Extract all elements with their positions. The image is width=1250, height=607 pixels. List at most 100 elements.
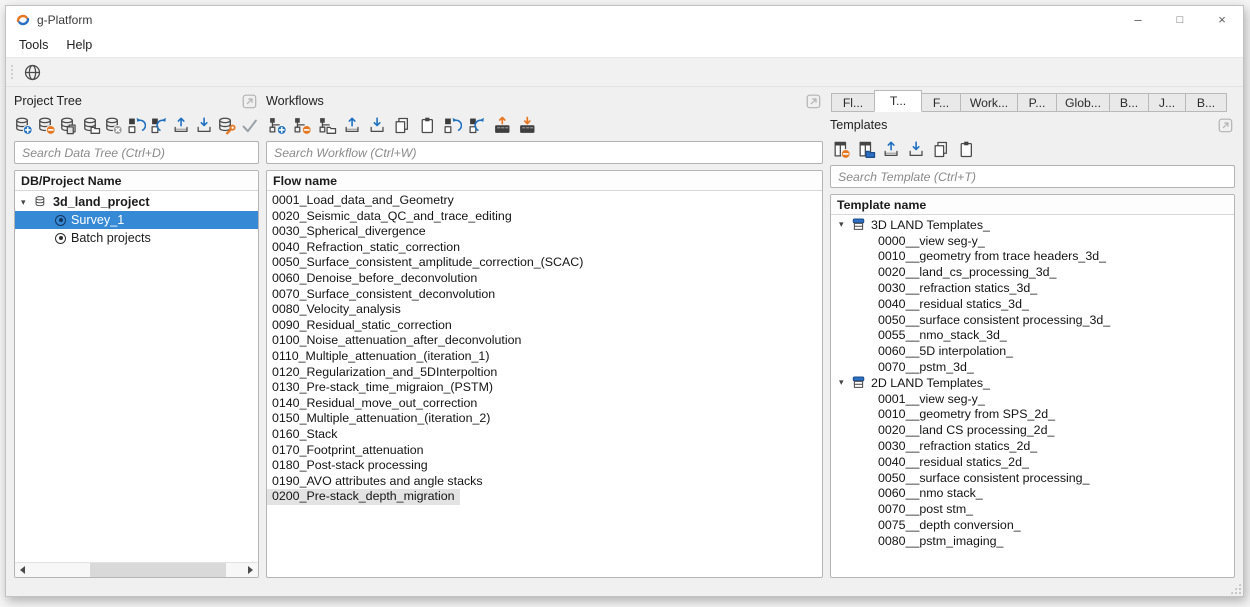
workflow-item[interactable]: 0110_Multiple_attenuation_(iteration_1) [267, 349, 822, 365]
template-group[interactable]: ▾3D LAND Templates_ [831, 217, 1234, 233]
expander-icon[interactable]: ▾ [839, 219, 849, 230]
copy-workflow-icon[interactable] [391, 114, 413, 136]
maximize-button[interactable]: □ [1159, 6, 1201, 33]
add-workflow-icon[interactable] [266, 114, 288, 136]
dock-tab-3[interactable]: Work... [960, 93, 1018, 112]
redo-icon[interactable] [149, 114, 169, 136]
workflow-item[interactable]: 0100_Noise_attenuation_after_deconvoluti… [267, 333, 822, 349]
export-workflow-icon[interactable] [341, 114, 363, 136]
template-item[interactable]: 0070__pstm_3d_ [831, 359, 1234, 375]
workflow-item[interactable]: 0040_Refraction_static_correction [267, 240, 822, 256]
minimize-button[interactable]: – [1117, 6, 1159, 33]
workflow-item[interactable]: 0001_Load_data_and_Geometry [267, 193, 822, 209]
close-button[interactable]: × [1201, 6, 1243, 33]
template-item[interactable]: 0060__nmo stack_ [831, 486, 1234, 502]
template-item[interactable]: 0010__geometry from SPS_2d_ [831, 407, 1234, 423]
template-item[interactable]: 0055__nmo_stack_3d_ [831, 328, 1234, 344]
dock-tab-1[interactable]: T... [874, 90, 922, 112]
template-item[interactable]: 0050__surface consistent processing_ [831, 470, 1234, 486]
template-item[interactable]: 0040__residual statics_3d_ [831, 296, 1234, 312]
workflow-item[interactable]: 0140_Residual_move_out_correction [267, 396, 822, 412]
template-item[interactable]: 0010__geometry from trace headers_3d_ [831, 249, 1234, 265]
project-tree-item[interactable]: Survey_1 [15, 211, 258, 229]
remove-workflow-icon[interactable] [291, 114, 313, 136]
workflow-item[interactable]: 0180_Post-stack processing [267, 458, 822, 474]
template-item[interactable]: 0001__view seg-y_ [831, 391, 1234, 407]
project-tree-item[interactable]: Batch projects [15, 229, 258, 247]
remove-database-icon[interactable] [37, 114, 57, 136]
remove-template-icon[interactable] [830, 138, 852, 160]
template-item[interactable]: 0040__residual statics_2d_ [831, 454, 1234, 470]
copy-template-icon[interactable] [930, 138, 952, 160]
export-database-icon[interactable] [172, 114, 192, 136]
workflow-item[interactable]: 0130_Pre-stack_time_migraion_(PSTM) [267, 380, 822, 396]
template-item[interactable]: 0060__5D interpolation_ [831, 343, 1234, 359]
export-archive-icon[interactable] [491, 114, 513, 136]
menu-item-tools[interactable]: Tools [10, 33, 57, 57]
float-panel-icon[interactable] [242, 94, 257, 109]
project-tree-item[interactable]: ▾3d_land_project [15, 193, 258, 211]
add-database-icon[interactable] [14, 114, 34, 136]
dock-tab-4[interactable]: P... [1017, 93, 1057, 112]
paste-workflow-icon[interactable] [416, 114, 438, 136]
workflow-item[interactable]: 0060_Denoise_before_deconvolution [267, 271, 822, 287]
close-database-icon[interactable] [104, 114, 124, 136]
dock-tab-6[interactable]: B... [1109, 93, 1149, 112]
database-settings-icon[interactable] [217, 114, 237, 136]
toolbar-grip[interactable] [10, 64, 15, 81]
workflow-item[interactable]: 0150_Multiple_attenuation_(iteration_2) [267, 411, 822, 427]
import-archive-icon[interactable] [516, 114, 538, 136]
resize-grip[interactable] [1230, 583, 1241, 594]
template-item[interactable]: 0030__refraction statics_3d_ [831, 280, 1234, 296]
dock-tab-2[interactable]: F... [921, 93, 961, 112]
workflow-item[interactable]: 0200_Pre-stack_depth_migration [267, 489, 460, 505]
workflows-column-header[interactable]: Flow name [267, 171, 822, 191]
dock-tab-0[interactable]: Fl... [831, 93, 875, 112]
validate-icon[interactable] [239, 114, 259, 136]
open-template-icon[interactable] [855, 138, 877, 160]
template-item[interactable]: 0070__post stm_ [831, 501, 1234, 517]
dock-tab-8[interactable]: B... [1185, 93, 1227, 112]
template-item[interactable]: 0080__pstm_imaging_ [831, 533, 1234, 549]
template-item[interactable]: 0000__view seg-y_ [831, 233, 1234, 249]
scrollbar-track[interactable] [30, 563, 243, 577]
import-database-icon[interactable] [194, 114, 214, 136]
open-workflow-icon[interactable] [316, 114, 338, 136]
workflow-item[interactable]: 0070_Surface_consistent_deconvolution [267, 287, 822, 303]
float-panel-icon[interactable] [1218, 118, 1233, 133]
scroll-left-button[interactable] [15, 563, 30, 577]
workflow-item[interactable]: 0080_Velocity_analysis [267, 302, 822, 318]
expander-icon[interactable]: ▾ [839, 377, 849, 388]
dock-tab-5[interactable]: Glob... [1056, 93, 1110, 112]
workflow-item[interactable]: 0160_Stack [267, 427, 822, 443]
workflow-item[interactable]: 0050_Surface_consistent_amplitude_correc… [267, 255, 822, 271]
scroll-right-button[interactable] [243, 563, 258, 577]
redo-icon[interactable] [466, 114, 488, 136]
copy-database-icon[interactable] [59, 114, 79, 136]
project-search-input[interactable] [14, 141, 259, 164]
scrollbar-thumb[interactable] [90, 563, 226, 577]
import-template-icon[interactable] [905, 138, 927, 160]
export-template-icon[interactable] [880, 138, 902, 160]
horizontal-scrollbar[interactable] [15, 562, 258, 577]
workflow-search-input[interactable] [266, 141, 823, 164]
template-group[interactable]: ▾2D LAND Templates_ [831, 375, 1234, 391]
menu-item-help[interactable]: Help [57, 33, 101, 57]
workflow-item[interactable]: 0090_Residual_static_correction [267, 318, 822, 334]
templates-column-header[interactable]: Template name [831, 195, 1234, 215]
template-item[interactable]: 0030__refraction statics_2d_ [831, 438, 1234, 454]
workflow-item[interactable]: 0020_Seismic_data_QC_and_trace_editing [267, 209, 822, 225]
template-item[interactable]: 0020__land_cs_processing_3d_ [831, 264, 1234, 280]
workflow-item[interactable]: 0030_Spherical_divergence [267, 224, 822, 240]
import-workflow-icon[interactable] [366, 114, 388, 136]
workflow-item[interactable]: 0120_Regularization_and_5DInterpoltion [267, 365, 822, 381]
expander-icon[interactable]: ▾ [21, 197, 31, 208]
dock-tab-7[interactable]: J... [1148, 93, 1186, 112]
float-panel-icon[interactable] [806, 94, 821, 109]
template-item[interactable]: 0020__land CS processing_2d_ [831, 422, 1234, 438]
project-tree-column-header[interactable]: DB/Project Name [15, 171, 258, 191]
workflow-item[interactable]: 0190_AVO attributes and angle stacks [267, 474, 822, 490]
undo-icon[interactable] [441, 114, 463, 136]
open-database-icon[interactable] [82, 114, 102, 136]
paste-template-icon[interactable] [955, 138, 977, 160]
